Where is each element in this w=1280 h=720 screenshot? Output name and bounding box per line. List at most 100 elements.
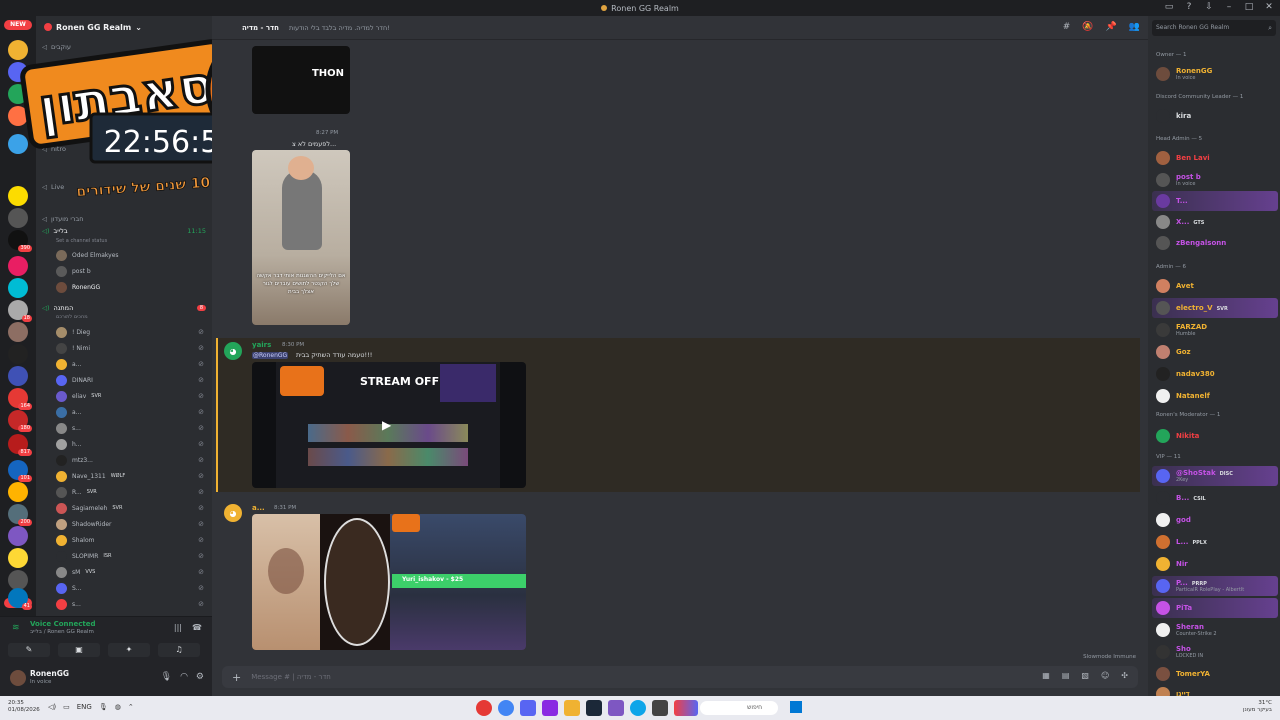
app-icon[interactable] [652, 700, 668, 716]
noise-suppression-icon[interactable]: ||| [174, 623, 182, 632]
app-icon[interactable] [476, 700, 492, 716]
server-icon[interactable] [8, 322, 28, 342]
server-icon[interactable]: 200 [8, 504, 32, 526]
message-author[interactable]: yairs [252, 341, 271, 349]
video-attachment[interactable]: Yuri_ishakov - $25 [252, 514, 526, 650]
language-indicator[interactable]: ENG [77, 703, 92, 711]
volume-icon[interactable]: ◁) [48, 703, 56, 711]
user-name[interactable]: RonenGG [30, 669, 69, 678]
camera-button[interactable]: ✎ [8, 643, 50, 657]
server-icon[interactable]: 390 [8, 230, 32, 252]
member-item[interactable]: Avet [1152, 276, 1278, 296]
disconnect-icon[interactable]: ☎ [192, 623, 202, 632]
server-icon[interactable] [8, 570, 28, 590]
server-icon[interactable] [8, 366, 28, 386]
server-icon[interactable]: 180 [8, 410, 32, 432]
chrome-icon[interactable] [498, 700, 514, 716]
server-icon[interactable] [8, 482, 28, 502]
member-item[interactable]: P... PRRP ParticalR RolePlay - AlbertIt [1152, 576, 1278, 596]
app-icon[interactable] [608, 700, 624, 716]
member-item[interactable]: TomerYA [1152, 664, 1278, 684]
windows-start-icon[interactable] [790, 701, 802, 713]
widget-icon[interactable] [674, 700, 698, 716]
member-item[interactable]: T... [1152, 191, 1278, 211]
threads-icon[interactable]: # [1063, 22, 1071, 32]
server-icon[interactable]: 817 [8, 434, 32, 456]
voice-user[interactable]: Sagiameleh SVR ⊘ [56, 501, 206, 515]
apps-icon[interactable]: ✣ [1121, 671, 1128, 680]
minimize-button[interactable]: – [1224, 2, 1234, 12]
display-icon[interactable]: ▭ [63, 703, 70, 711]
member-item[interactable]: B... CSIL [1152, 488, 1278, 508]
member-item[interactable]: Sheran Counter-Strike 2 [1152, 620, 1278, 640]
voice-user[interactable]: a... ⊘ [56, 405, 206, 419]
gif-icon[interactable]: ▤ [1062, 671, 1070, 680]
voice-user[interactable]: s... ⊘ [56, 597, 206, 611]
screen-share-button[interactable]: ▣ [58, 643, 100, 657]
folder-icon[interactable] [564, 700, 580, 716]
channel-status-hint[interactable]: Set a channel status [56, 234, 206, 248]
image-attachment[interactable]: THON [252, 46, 350, 114]
member-item[interactable]: FARZAD Humble [1152, 320, 1278, 340]
members-icon[interactable]: 👥 [1129, 22, 1140, 32]
weather-widget[interactable]: 31°C בעיקר מעונן [1243, 700, 1272, 714]
close-button[interactable]: ✕ [1264, 2, 1274, 12]
headphones-icon[interactable]: ◠ [180, 672, 188, 682]
gear-icon[interactable]: ⚙ [196, 672, 204, 682]
message-input[interactable]: Message # | חדר - מדיה [251, 673, 331, 681]
server-icon[interactable]: 164 [8, 388, 32, 410]
gift-icon[interactable]: ▦ [1042, 671, 1050, 680]
voice-user[interactable]: a... ⊘ [56, 357, 206, 371]
activities-button[interactable]: ✦ [108, 643, 150, 657]
inbox-icon[interactable]: ▭ [1164, 2, 1174, 12]
member-item[interactable]: Goz [1152, 342, 1278, 362]
voice-user[interactable]: Shalom ⊘ [56, 533, 206, 547]
member-item[interactable]: דייגו [1152, 684, 1278, 696]
voice-user[interactable]: sM VVS ⊘ [56, 565, 206, 579]
member-item[interactable]: Sho LOCKED IN [1152, 642, 1278, 662]
member-item[interactable]: zBengalsonn [1152, 233, 1278, 253]
voice-status[interactable]: Voice Connected [30, 620, 96, 628]
voice-user[interactable]: Nave_1311 WØLF ⊘ [56, 469, 206, 483]
voice-user[interactable]: post b [56, 264, 206, 278]
pin-icon[interactable]: 📌 [1106, 22, 1117, 32]
notification-icon[interactable]: 🔕 [1082, 22, 1093, 32]
voice-user[interactable]: s... ⊘ [56, 421, 206, 435]
voice-user[interactable]: ! Dieg ⊘ [56, 325, 206, 339]
voice-user[interactable]: Oded Elmakyes [56, 248, 206, 262]
network-icon[interactable]: ◍ [115, 703, 121, 711]
voice-channel-path[interactable]: בלייב / Ronen GG Realm [30, 629, 94, 635]
edge-icon[interactable] [630, 700, 646, 716]
member-item[interactable]: RonenGG In voice [1152, 64, 1278, 84]
sticker-icon[interactable]: ▧ [1081, 671, 1089, 680]
member-item[interactable]: kira [1152, 106, 1278, 126]
server-icon[interactable]: 101 [8, 460, 32, 482]
server-icon[interactable] [8, 208, 28, 228]
server-icon[interactable] [8, 526, 28, 546]
member-item[interactable]: Natanelf [1152, 386, 1278, 406]
member-item[interactable]: god [1152, 510, 1278, 530]
server-icon[interactable] [8, 256, 28, 276]
reply-mention[interactable]: @RonenGG [252, 352, 289, 359]
member-item[interactable]: PiTa [1152, 598, 1278, 618]
server-icon[interactable]: 18 [8, 300, 32, 322]
server-icon[interactable] [8, 278, 28, 298]
app-icon[interactable] [542, 700, 558, 716]
member-item[interactable]: electro_V SVR [1152, 298, 1278, 318]
member-item[interactable]: Nikita [1152, 426, 1278, 446]
member-item[interactable]: post b In voice [1152, 170, 1278, 190]
voice-user[interactable]: DINARI ⊘ [56, 373, 206, 387]
discord-avatar-icon[interactable]: ◕ [224, 504, 242, 522]
message-author[interactable]: a... [252, 504, 265, 512]
voice-user[interactable]: SLOPIMR ISR ⊘ [56, 549, 206, 563]
voice-user[interactable]: S... ⊘ [56, 581, 206, 595]
soundboard-button[interactable]: ♫ [158, 643, 200, 657]
server-icon[interactable]: 41 [8, 588, 32, 610]
chevron-up-icon[interactable]: ⌃ [128, 703, 134, 711]
server-icon[interactable] [8, 548, 28, 568]
voice-user[interactable]: RonenGG [56, 280, 206, 294]
signal-icon[interactable]: ≋ [12, 623, 20, 633]
avatar[interactable] [10, 670, 26, 686]
download-icon[interactable]: ⇩ [1204, 2, 1214, 12]
member-item[interactable]: Ben Lavi [1152, 148, 1278, 168]
